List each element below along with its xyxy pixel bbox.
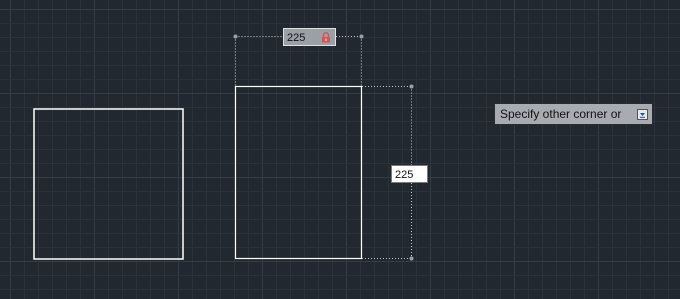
command-prompt-text: Specify other corner or (500, 107, 622, 121)
width-dynamic-input[interactable]: 225 (283, 28, 336, 46)
drawing-canvas[interactable] (0, 0, 680, 299)
grid (0, 0, 680, 299)
width-dimension-endpoint (233, 34, 238, 39)
width-input-value: 225 (287, 32, 306, 44)
height-dynamic-input[interactable]: 225 (391, 165, 428, 183)
height-dimension-endpoint (409, 256, 414, 261)
height-dimension-endpoint (409, 84, 414, 89)
width-dimension-endpoint (359, 34, 364, 39)
height-input-value: 225 (395, 169, 414, 181)
new-rectangle-preview (234, 85, 363, 260)
lock-icon[interactable] (321, 32, 331, 43)
command-prompt-tooltip: Specify other corner or (494, 103, 653, 125)
chevron-down-icon[interactable] (637, 109, 648, 120)
